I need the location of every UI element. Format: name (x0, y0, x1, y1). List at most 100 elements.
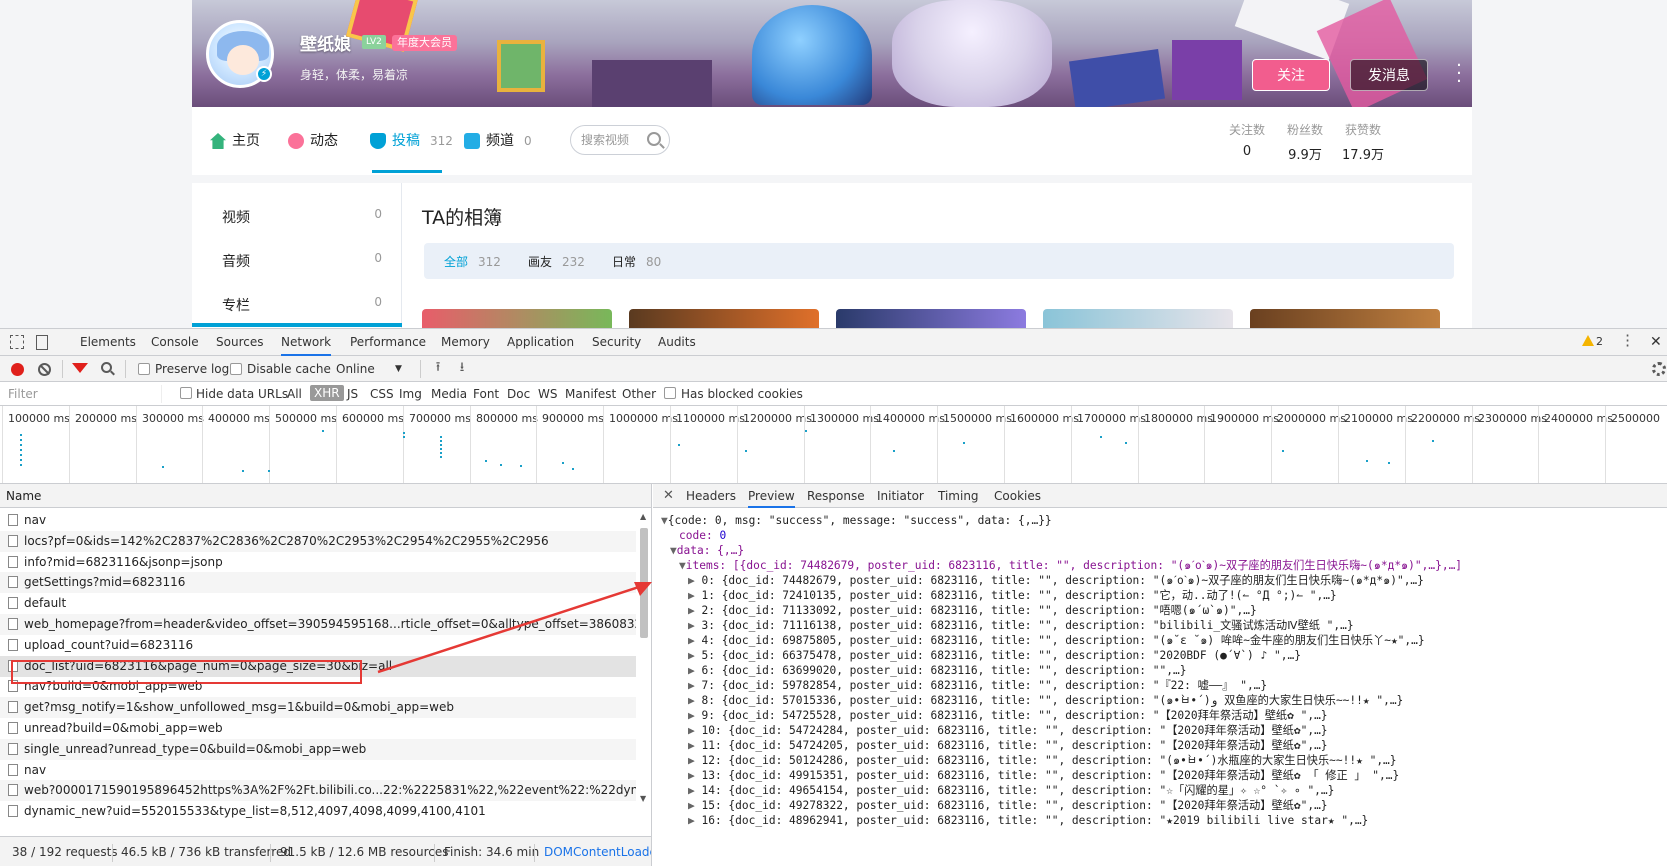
sidebar-item-audio[interactable]: 音频 0 (222, 251, 382, 271)
filter-type-css[interactable]: CSS (370, 387, 394, 401)
album-thumbnail[interactable] (1250, 309, 1440, 328)
json-item-line[interactable]: ▶ 0: {doc_id: 74482679, poster_uid: 6823… (688, 573, 1424, 589)
chevron-down-icon[interactable]: ▼ (395, 364, 402, 374)
request-row[interactable]: dynamic_new?uid=552015533&type_list=8,51… (0, 801, 636, 822)
json-item-line[interactable]: ▶ 8: {doc_id: 57015336, poster_uid: 6823… (688, 693, 1403, 709)
expand-triangle-icon[interactable]: ▶ (688, 739, 701, 752)
request-list-scrollbar[interactable]: ▲ ▼ (638, 512, 650, 812)
expand-triangle-icon[interactable]: ▶ (688, 769, 701, 782)
album-filter-daily[interactable]: 日常 80 (612, 253, 661, 270)
album-thumbnail[interactable] (629, 309, 819, 328)
request-row[interactable]: upload_count?uid=6823116 (0, 635, 636, 656)
json-item-line[interactable]: ▶ 7: {doc_id: 59782854, poster_uid: 6823… (688, 678, 1267, 694)
expand-triangle-icon[interactable]: ▶ (688, 619, 701, 632)
close-devtools-icon[interactable]: ✕ (1650, 329, 1662, 356)
request-row[interactable]: locs?pf=0&ids=142%2C2837%2C2836%2C2870%2… (0, 530, 636, 552)
json-data-line[interactable]: ▼data: {,…} (670, 543, 744, 559)
json-item-line[interactable]: ▶ 14: {doc_id: 49654154, poster_uid: 682… (688, 783, 1334, 799)
more-options-icon[interactable]: · · · (1454, 57, 1464, 91)
json-item-line[interactable]: ▶ 16: {doc_id: 48962941, poster_uid: 682… (688, 813, 1368, 829)
scroll-down-icon[interactable]: ▼ (640, 794, 646, 803)
tab-console[interactable]: Console (151, 329, 199, 356)
network-timeline-overview[interactable]: 100000 ms 200000 ms 300000 ms 400000 ms 5000… (0, 406, 1667, 484)
json-item-line[interactable]: ▶ 12: {doc_id: 50124286, poster_uid: 682… (688, 753, 1397, 769)
json-item-line[interactable]: ▶ 6: {doc_id: 63699020, poster_uid: 6823… (688, 663, 1186, 679)
expand-triangle-icon[interactable]: ▶ (688, 814, 701, 827)
export-har-icon[interactable]: ⭳ (456, 361, 468, 375)
filter-type-img[interactable]: Img (399, 387, 422, 401)
tab-sources[interactable]: Sources (216, 329, 263, 356)
video-search-input[interactable]: 搜索视频 (570, 125, 670, 155)
import-har-icon[interactable]: ⭱ (432, 361, 444, 375)
album-thumbnail[interactable] (836, 309, 1026, 328)
filter-icon[interactable] (72, 363, 88, 373)
settings-gear-icon[interactable] (1652, 362, 1666, 376)
scrollbar-thumb[interactable] (640, 528, 648, 638)
request-row[interactable]: nav (0, 760, 636, 781)
request-row[interactable]: web_homepage?from=header&video_offset=39… (0, 614, 636, 635)
nav-uploads[interactable]: 投稿 312 (370, 131, 453, 151)
tab-timing[interactable]: Timing (938, 484, 979, 508)
expand-triangle-icon[interactable]: ▶ (688, 784, 701, 797)
album-filter-all[interactable]: 全部 312 (444, 253, 501, 270)
expand-triangle-icon[interactable]: ▶ (688, 574, 701, 587)
filter-type-ws[interactable]: WS (538, 387, 557, 401)
collapse-triangle-icon[interactable]: ▼ (661, 514, 668, 527)
expand-triangle-icon[interactable]: ▶ (688, 709, 701, 722)
json-item-line[interactable]: ▶ 13: {doc_id: 49915351, poster_uid: 682… (688, 768, 1399, 784)
disable-cache-checkbox[interactable] (230, 363, 242, 375)
album-thumbnail[interactable] (422, 309, 612, 328)
warnings-counter[interactable]: 2 (1582, 335, 1603, 348)
expand-triangle-icon[interactable]: ▶ (688, 649, 701, 662)
username[interactable]: 壁纸娘 (300, 30, 351, 55)
album-filter-painter[interactable]: 画友 232 (528, 253, 585, 270)
collapse-triangle-icon[interactable]: ▼ (670, 544, 677, 557)
tab-memory[interactable]: Memory (441, 329, 490, 356)
filter-type-doc[interactable]: Doc (507, 387, 530, 401)
tab-application[interactable]: Application (507, 329, 574, 356)
filter-type-manifest[interactable]: Manifest (565, 387, 616, 401)
scroll-up-icon[interactable]: ▲ (640, 512, 646, 521)
name-column-header[interactable]: Name (0, 484, 651, 508)
collapse-triangle-icon[interactable]: ▼ (679, 559, 686, 572)
search-icon[interactable] (647, 132, 661, 146)
devtools-menu-icon[interactable]: · · · (1625, 328, 1631, 354)
expand-triangle-icon[interactable]: ▶ (688, 604, 701, 617)
search-icon[interactable] (101, 362, 112, 373)
network-filter-input[interactable]: Filter (4, 385, 162, 403)
tab-elements[interactable]: Elements (80, 329, 136, 356)
request-row[interactable]: get?msg_notify=1&show_unfollowed_msg=1&b… (0, 697, 636, 719)
message-button[interactable]: 发消息 (1350, 59, 1428, 91)
stat-following[interactable]: 关注数 0 (1217, 121, 1277, 159)
json-item-line[interactable]: ▶ 15: {doc_id: 49278322, poster_uid: 682… (688, 798, 1328, 814)
filter-type-other[interactable]: Other (622, 387, 656, 401)
expand-triangle-icon[interactable]: ▶ (688, 664, 701, 677)
expand-triangle-icon[interactable]: ▶ (688, 724, 701, 737)
json-item-line[interactable]: ▶ 3: {doc_id: 71116138, poster_uid: 6823… (688, 618, 1354, 634)
tab-security[interactable]: Security (592, 329, 641, 356)
close-detail-icon[interactable]: ✕ (663, 484, 674, 508)
tab-audits[interactable]: Audits (658, 329, 696, 356)
request-row[interactable]: default (0, 593, 636, 614)
nav-dynamic[interactable]: 动态 (288, 131, 338, 151)
json-item-line[interactable]: ▶ 4: {doc_id: 69875805, poster_uid: 6823… (688, 633, 1425, 649)
json-item-line[interactable]: ▶ 10: {doc_id: 54724284, poster_uid: 682… (688, 723, 1328, 739)
filter-type-xhr[interactable]: XHR (310, 385, 344, 401)
expand-triangle-icon[interactable]: ▶ (688, 634, 701, 647)
expand-triangle-icon[interactable]: ▶ (688, 694, 701, 707)
json-item-line[interactable]: ▶ 9: {doc_id: 54725528, poster_uid: 6823… (688, 708, 1328, 724)
expand-triangle-icon[interactable]: ▶ (688, 799, 701, 812)
json-root-line[interactable]: ▼{code: 0, msg: "success", message: "suc… (661, 513, 1052, 529)
tab-network[interactable]: Network (281, 329, 332, 356)
filter-type-all[interactable]: All (287, 387, 302, 401)
preserve-log-checkbox[interactable] (138, 363, 150, 375)
vip-badge[interactable]: 年度大会员 (392, 35, 457, 51)
tab-performance[interactable]: Performance (350, 329, 426, 356)
tab-response[interactable]: Response (807, 484, 865, 508)
expand-triangle-icon[interactable]: ▶ (688, 754, 701, 767)
device-toolbar-icon[interactable] (36, 335, 48, 350)
request-row[interactable]: web?000017159019589645​2https%3A%2F%2Ft.… (0, 780, 636, 802)
clear-icon[interactable] (38, 363, 51, 376)
expand-triangle-icon[interactable]: ▶ (688, 589, 701, 602)
tab-headers[interactable]: Headers (686, 484, 736, 508)
